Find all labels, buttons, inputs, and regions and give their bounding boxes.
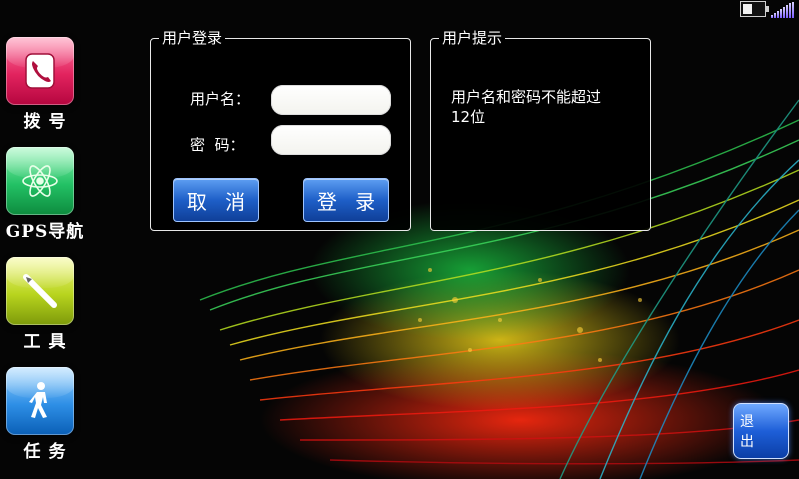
atom-icon: [6, 147, 74, 215]
walking-person-icon: [6, 367, 74, 435]
signal-icon: [771, 2, 799, 18]
exit-button[interactable]: 退 出: [733, 403, 789, 459]
phone-icon: [6, 37, 74, 105]
nav-item-tools[interactable]: 工 具: [0, 257, 84, 353]
hint-panel: 用户提示 用户名和密码不能超过 12位: [430, 30, 651, 231]
login-panel-title: 用户登录: [162, 29, 223, 47]
nav-item-gps[interactable]: GPS导航: [0, 147, 84, 243]
hint-line-1: 用户名和密码不能超过: [451, 88, 602, 106]
nav-label-tasks: 任 务: [23, 442, 67, 462]
password-input[interactable]: [271, 125, 391, 155]
nav-label-tools: 工 具: [23, 332, 67, 352]
nav-label-dial: 拨 号: [23, 112, 67, 132]
login-panel: 用户登录 用户名： 密 码： 取 消 登 录: [150, 30, 411, 231]
nav-item-tasks[interactable]: 任 务: [0, 367, 84, 463]
username-input[interactable]: [271, 85, 391, 115]
nav-item-dial[interactable]: 拨 号: [0, 37, 84, 133]
hint-message: 用户名和密码不能超过 12位: [451, 87, 641, 127]
password-label: 密 码：: [190, 136, 245, 154]
nav-label-gps: GPS导航: [5, 222, 85, 242]
battery-icon: [740, 1, 769, 17]
pencil-icon: [6, 257, 74, 325]
login-button[interactable]: 登 录: [303, 178, 389, 222]
hint-line-2: 12位: [451, 108, 486, 126]
username-label: 用户名：: [190, 90, 251, 108]
cancel-button[interactable]: 取 消: [173, 178, 259, 222]
hint-panel-title: 用户提示: [442, 29, 503, 47]
